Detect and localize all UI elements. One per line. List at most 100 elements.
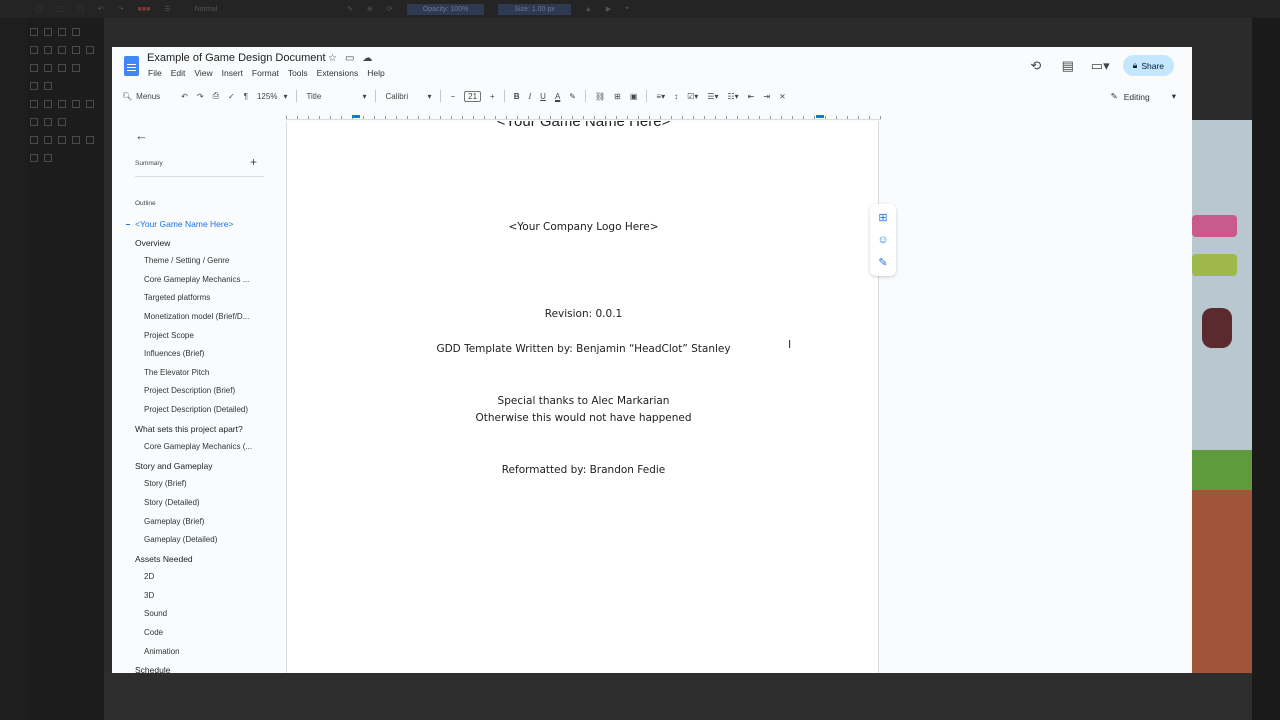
indent-marker[interactable]	[816, 115, 824, 118]
menu-edit[interactable]: Edit	[171, 68, 186, 78]
outline-item[interactable]: Project Description (Brief)	[122, 386, 274, 405]
outline-item[interactable]: Theme / Setting / Genre	[122, 256, 274, 275]
horizontal-ruler[interactable]	[286, 112, 881, 120]
document-title[interactable]: Example of Game Design Document	[147, 52, 326, 64]
outline-item[interactable]: 2D	[122, 572, 274, 591]
star-icon[interactable]: ☆	[328, 53, 337, 64]
outline-item[interactable]: Monetization model (Brief/D...	[122, 312, 274, 331]
company-logo-placeholder[interactable]: <Your Company Logo Here>	[287, 221, 878, 233]
outline-item[interactable]: Project Scope	[122, 331, 274, 350]
back-arrow-icon[interactable]: ←	[135, 128, 148, 143]
editing-mode-select[interactable]: ✎ Editing ▾	[1111, 91, 1176, 102]
outline-item[interactable]: <Your Game Name Here>	[122, 219, 274, 238]
line-spacing-icon[interactable]: ↕	[674, 92, 678, 101]
spellcheck-icon[interactable]: ✓	[228, 92, 235, 101]
decrease-font-icon[interactable]: −	[450, 92, 455, 101]
numbered-list-icon[interactable]: ☷▾	[727, 92, 738, 101]
undo-icon[interactable]: ↶	[181, 92, 188, 101]
version-history-icon[interactable]: ⟲	[1027, 58, 1045, 74]
add-comment-icon[interactable]: ⊞	[614, 92, 621, 101]
checklist-icon[interactable]: ☑▾	[687, 92, 698, 101]
menu-insert[interactable]: Insert	[222, 68, 243, 78]
outline-item[interactable]: Project Description (Detailed)	[122, 405, 274, 424]
insert-image-icon[interactable]: ▣	[630, 92, 638, 101]
comments-icon[interactable]: ▤	[1059, 58, 1077, 74]
redo-icon[interactable]: ↷	[197, 92, 204, 101]
outline-item[interactable]: Gameplay (Brief)	[122, 517, 274, 536]
menu-tools[interactable]: Tools	[288, 68, 308, 78]
ruler-tick	[616, 116, 617, 119]
emoji-reaction-icon[interactable]: ☺	[877, 234, 888, 246]
outline-item[interactable]: The Elevator Pitch	[122, 368, 274, 387]
revision-line[interactable]: Revision: 0.0.1	[287, 308, 878, 320]
font-size-input[interactable]: 21	[464, 90, 482, 102]
outline-item[interactable]: Core Gameplay Mechanics (...	[122, 442, 274, 461]
bg-opacity-field[interactable]: Opacity: 100%	[406, 3, 485, 15]
thanks-note-line[interactable]: Otherwise this would not have happened	[287, 412, 878, 424]
indent-marker[interactable]	[352, 115, 360, 118]
text-color-icon[interactable]: A	[555, 92, 560, 101]
outline-item-label: <Your Game Name Here>	[135, 219, 234, 229]
outline-item[interactable]: Targeted platforms	[122, 293, 274, 312]
outline-item[interactable]: Gameplay (Detailed)	[122, 535, 274, 554]
outline-item[interactable]: Influences (Brief)	[122, 349, 274, 368]
outline-item-label: Sound	[144, 609, 168, 619]
print-icon[interactable]: ⎙	[213, 91, 219, 101]
menu-file[interactable]: File	[148, 68, 162, 78]
add-summary-icon[interactable]: +	[250, 155, 257, 169]
document-page[interactable]: <Your Game Name Here> <Your Company Logo…	[286, 121, 879, 673]
bg-tool-palette[interactable]	[28, 26, 104, 176]
ruler-tick	[396, 116, 397, 119]
ruler-tick	[726, 116, 727, 119]
outline-item[interactable]: Story (Detailed)	[122, 498, 274, 517]
outline-item[interactable]: Story (Brief)	[122, 479, 274, 498]
bold-icon[interactable]: B	[514, 92, 520, 101]
meet-icon[interactable]: ▭▾	[1091, 58, 1110, 74]
move-folder-icon[interactable]: ▭	[345, 53, 354, 64]
outline-item[interactable]: 3D	[122, 591, 274, 610]
outline-item[interactable]: Code	[122, 628, 274, 647]
thanks-line[interactable]: Special thanks to Alec Markarian	[287, 395, 878, 407]
increase-font-icon[interactable]: +	[490, 92, 495, 101]
outline-item[interactable]: Overview	[122, 238, 274, 257]
menu-format[interactable]: Format	[252, 68, 279, 78]
outline-item[interactable]: Story and Gameplay	[122, 461, 274, 480]
document-title-heading[interactable]: <Your Game Name Here>	[287, 121, 878, 130]
paint-format-icon[interactable]: ¶	[244, 92, 248, 101]
ruler-tick	[594, 116, 595, 119]
add-comment-icon[interactable]: ⊞	[878, 211, 887, 224]
italic-icon[interactable]: I	[529, 92, 532, 101]
suggest-edits-icon[interactable]: ✎	[878, 256, 887, 269]
bg-size-field[interactable]: Size: 1.00 px	[498, 3, 571, 15]
underline-icon[interactable]: U	[540, 92, 546, 101]
menu-extensions[interactable]: Extensions	[317, 68, 359, 78]
outline-item-label: Project Description (Detailed)	[144, 404, 249, 414]
menu-view[interactable]: View	[194, 68, 212, 78]
outline-item[interactable]: Animation	[122, 647, 274, 666]
ruler-tick	[418, 116, 419, 119]
share-button[interactable]: 🔒︎ Share	[1122, 55, 1174, 76]
clear-formatting-icon[interactable]: ⨯	[779, 92, 786, 101]
search-menus[interactable]: 🔍︎ Menus	[122, 92, 160, 101]
zoom-select[interactable]: 125% ▾	[257, 92, 287, 101]
bulleted-list-icon[interactable]: ☰▾	[707, 92, 718, 101]
font-select[interactable]: Calibri ▾	[385, 92, 431, 101]
outline-item[interactable]: Schedule	[122, 665, 274, 673]
docs-logo-icon[interactable]	[124, 56, 139, 76]
ruler-tick	[473, 116, 474, 119]
outline-item-label: Project Scope	[144, 330, 194, 340]
menu-help[interactable]: Help	[367, 68, 384, 78]
bg-blend-mode[interactable]: Normal	[195, 6, 218, 13]
reformatted-by-line[interactable]: Reformatted by: Brandon Fedie	[287, 464, 878, 476]
cloud-status-icon[interactable]: ☁	[362, 53, 372, 64]
decrease-indent-icon[interactable]: ⇤	[748, 92, 755, 101]
outline-item[interactable]: Assets Needed	[122, 554, 274, 573]
link-icon[interactable]: ⛓	[595, 92, 605, 101]
align-icon[interactable]: ≡▾	[656, 92, 665, 101]
outline-item[interactable]: What sets this project apart?	[122, 424, 274, 443]
increase-indent-icon[interactable]: ⇥	[763, 92, 770, 101]
outline-item[interactable]: Core Gameplay Mechanics ...	[122, 275, 274, 294]
highlight-icon[interactable]: ✎	[569, 92, 576, 101]
outline-item[interactable]: Sound	[122, 609, 274, 628]
style-select[interactable]: Title ▾	[306, 92, 366, 101]
